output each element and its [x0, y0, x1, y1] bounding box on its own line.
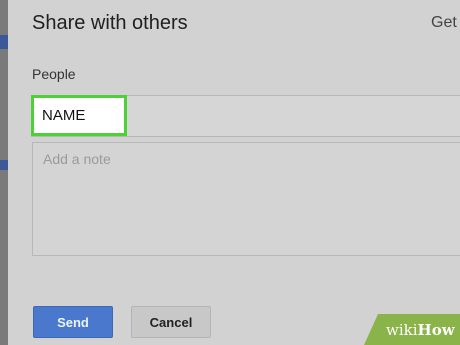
- get-shareable-link[interactable]: Get: [431, 14, 457, 32]
- share-dialog: Share with others Get People NAME Add a …: [8, 0, 460, 345]
- people-name-entry[interactable]: NAME: [31, 95, 127, 136]
- background-accent: [0, 35, 8, 49]
- wikihow-watermark: wikiHow: [364, 314, 460, 345]
- background-accent: [0, 160, 8, 170]
- background-app-strip: [0, 0, 8, 345]
- cancel-button[interactable]: Cancel: [131, 306, 211, 338]
- watermark-logo: wikiHow: [386, 321, 455, 339]
- watermark-prefix: wiki: [386, 321, 418, 339]
- note-placeholder: Add a note: [43, 151, 111, 167]
- dialog-title: Share with others: [32, 12, 188, 34]
- screen: Share with others Get People NAME Add a …: [0, 0, 460, 345]
- note-textarea[interactable]: Add a note: [32, 142, 460, 256]
- people-label: People: [32, 66, 76, 82]
- watermark-suffix: How: [417, 321, 455, 339]
- send-button[interactable]: Send: [33, 306, 113, 338]
